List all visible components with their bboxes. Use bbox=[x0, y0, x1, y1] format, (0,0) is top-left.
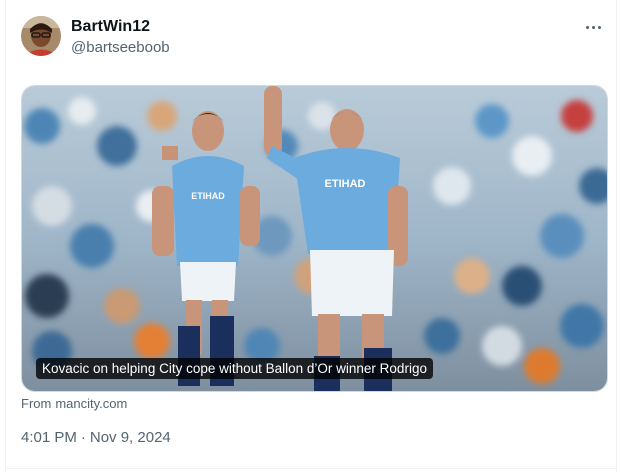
source-domain[interactable]: mancity.com bbox=[55, 396, 127, 411]
tweet-date: Nov 9, 2024 bbox=[89, 429, 171, 446]
display-name[interactable]: BartWin12 bbox=[71, 17, 170, 37]
source-prefix: From bbox=[21, 396, 52, 411]
card-source[interactable]: From mancity.com bbox=[21, 396, 127, 411]
card-caption: Kovacic on helping City cope without Bal… bbox=[36, 358, 433, 379]
tweet-time: 4:01 PM bbox=[21, 429, 77, 446]
avatar[interactable] bbox=[21, 16, 61, 56]
svg-text:ETIHAD: ETIHAD bbox=[325, 178, 366, 190]
bottom-divider bbox=[5, 468, 617, 469]
link-card[interactable]: ETIHAD ETIHAD Kovacic on helping City co… bbox=[21, 85, 608, 392]
right-divider bbox=[616, 0, 617, 472]
timestamp-separator: · bbox=[80, 429, 86, 446]
more-horizontal-icon[interactable] bbox=[582, 20, 604, 34]
left-divider bbox=[5, 0, 6, 472]
tweet-header: BartWin12 @bartseeboob bbox=[21, 16, 606, 60]
user-names: BartWin12 @bartseeboob bbox=[71, 17, 170, 58]
article-image: ETIHAD ETIHAD bbox=[22, 86, 607, 391]
tweet-timestamp[interactable]: 4:01 PM · Nov 9, 2024 bbox=[21, 429, 171, 446]
svg-text:ETIHAD: ETIHAD bbox=[191, 191, 225, 201]
user-handle[interactable]: @bartseeboob bbox=[71, 38, 170, 58]
